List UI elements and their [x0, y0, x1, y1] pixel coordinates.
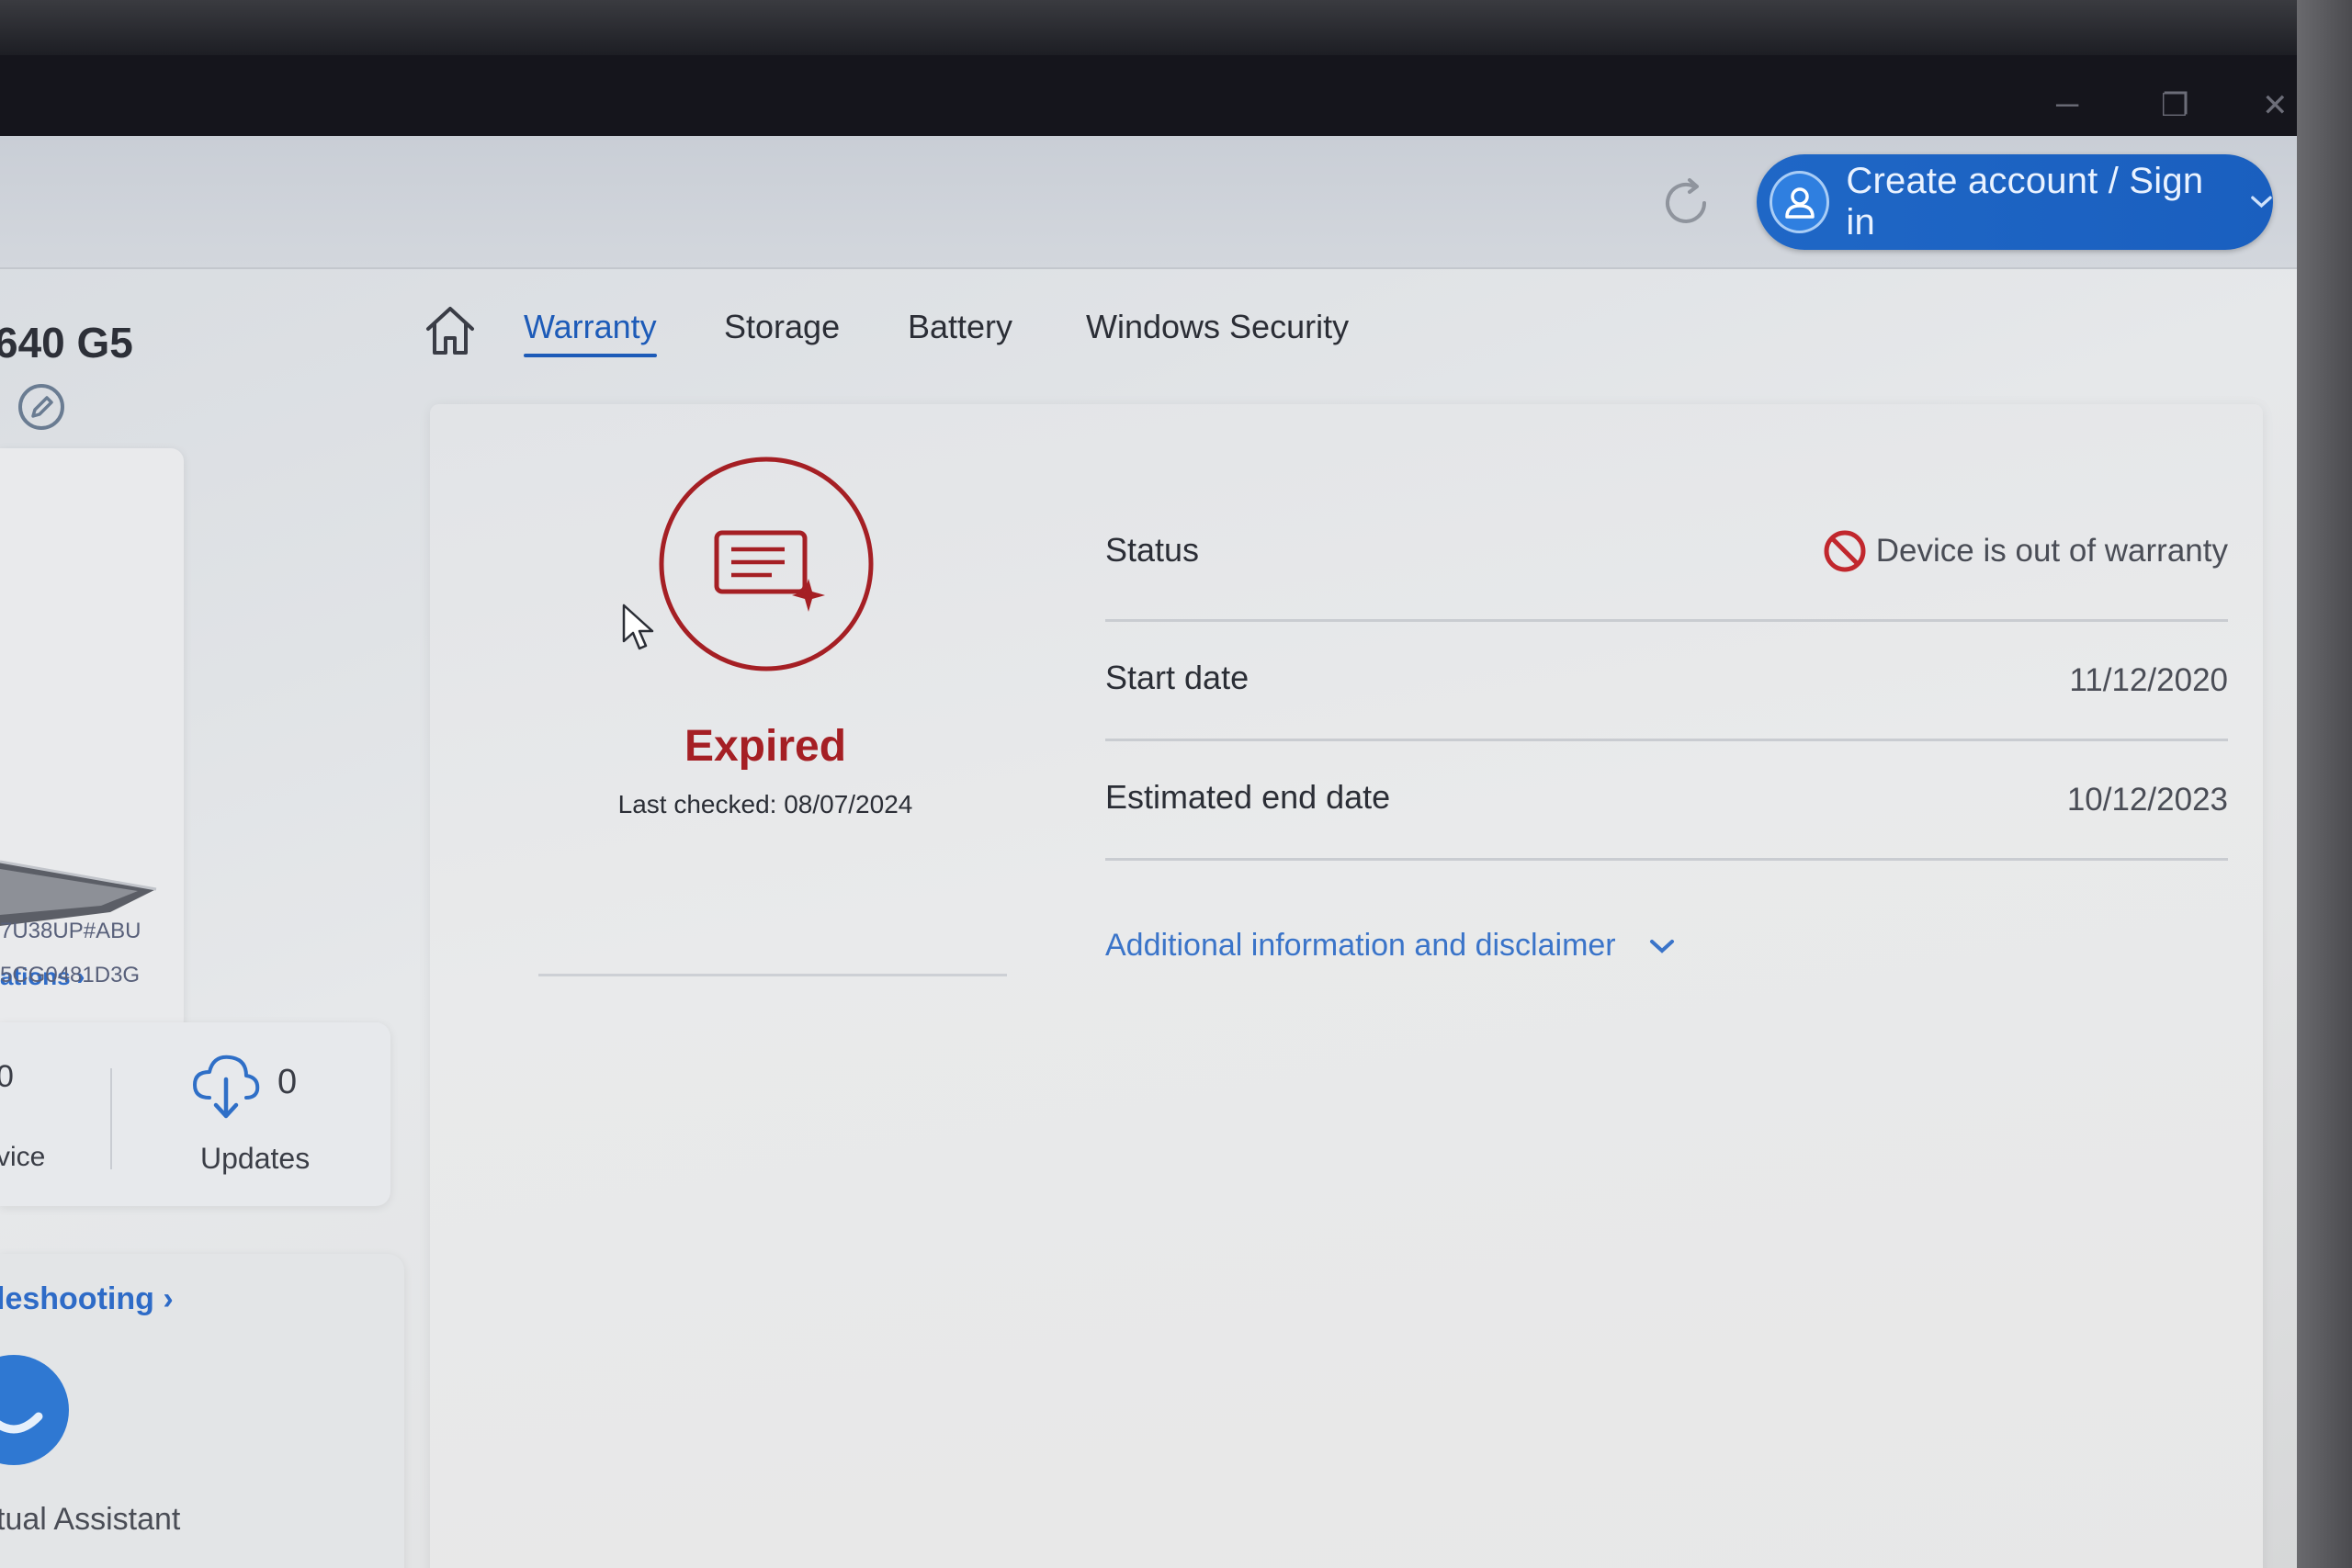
- last-checked: Last checked: 08/07/2024: [617, 790, 913, 818]
- troubleshooting-link[interactable]: leshooting ›: [0, 1281, 174, 1317]
- tab-battery[interactable]: Battery: [908, 308, 1012, 346]
- warranty-panel: Expired Last checked: 08/07/2024 Status …: [430, 404, 2263, 1568]
- disclaimer-label: Additional information and disclaimer: [1105, 928, 1616, 963]
- status-row: Status Device is out of warranty: [1105, 404, 2228, 622]
- chevron-down-icon: [1649, 939, 1674, 953]
- end-date-row: Estimated end date 10/12/2023: [1105, 741, 2228, 861]
- app-header: Create account / Sign in: [0, 136, 2306, 269]
- start-date-value: 11/12/2020: [2069, 662, 2228, 698]
- restore-icon[interactable]: ❐: [2161, 87, 2188, 124]
- home-icon[interactable]: [423, 303, 478, 358]
- warranty-state: Expired: [684, 722, 847, 771]
- close-icon[interactable]: ✕: [2262, 87, 2289, 124]
- updates-label[interactable]: Updates: [200, 1142, 310, 1176]
- status-key: Status: [1105, 531, 1200, 569]
- start-date-row: Start date 11/12/2020: [1105, 622, 2228, 741]
- device-name: 640 G5: [0, 319, 133, 367]
- start-date-key: Start date: [1105, 659, 1250, 696]
- edit-pencil-icon[interactable]: [17, 382, 66, 432]
- tab-warranty[interactable]: Warranty: [524, 308, 657, 357]
- account-button-label: Create account / Sign in: [1846, 161, 2204, 243]
- end-date-key: Estimated end date: [1105, 778, 1391, 816]
- left-divider: [538, 974, 1007, 976]
- laptop-image-icon: [0, 860, 157, 926]
- product-number: 7U38UP#ABU: [0, 919, 141, 943]
- tab-windows-security[interactable]: Windows Security: [1086, 308, 1349, 346]
- serial-number: 5CG0481D3G: [0, 963, 141, 987]
- end-date-value: 10/12/2023: [2066, 782, 2228, 818]
- device-card[interactable]: ations ›: [0, 448, 184, 1032]
- refresh-icon: [1666, 178, 1706, 223]
- troubleshooting-card: leshooting › tual Assistant: [0, 1254, 404, 1568]
- virtual-assistant-label[interactable]: tual Assistant: [0, 1502, 180, 1538]
- minimize-icon[interactable]: ─: [2056, 87, 2078, 123]
- status-value: Device is out of warranty: [1823, 529, 2228, 573]
- device-count: 0: [0, 1059, 14, 1094]
- virtual-assistant-icon: [0, 1355, 69, 1465]
- updates-count: 0: [277, 1063, 298, 1101]
- device-label: vice: [0, 1142, 46, 1172]
- chevron-down-icon: [2251, 196, 2272, 209]
- cloud-download-icon: [193, 1055, 260, 1119]
- warranty-document-icon: [659, 457, 874, 671]
- prohibited-icon: [1824, 530, 1866, 572]
- app-window: Create account / Sign in 640 G5 ations ›…: [0, 136, 2306, 1568]
- user-avatar-icon: [1770, 171, 1830, 233]
- refresh-button[interactable]: [1654, 171, 1718, 235]
- stats-divider: [110, 1068, 112, 1169]
- monitor-bezel-right: [2297, 0, 2352, 1568]
- mouse-cursor-icon: [622, 604, 654, 650]
- window-titlebar: [0, 55, 2306, 142]
- additional-info-disclaimer-link[interactable]: Additional information and disclaimer: [1105, 928, 1675, 964]
- tab-storage[interactable]: Storage: [724, 308, 840, 346]
- create-account-sign-in-button[interactable]: Create account / Sign in: [1757, 154, 2273, 250]
- stats-card: 0 vice 0 Updates: [0, 1022, 390, 1206]
